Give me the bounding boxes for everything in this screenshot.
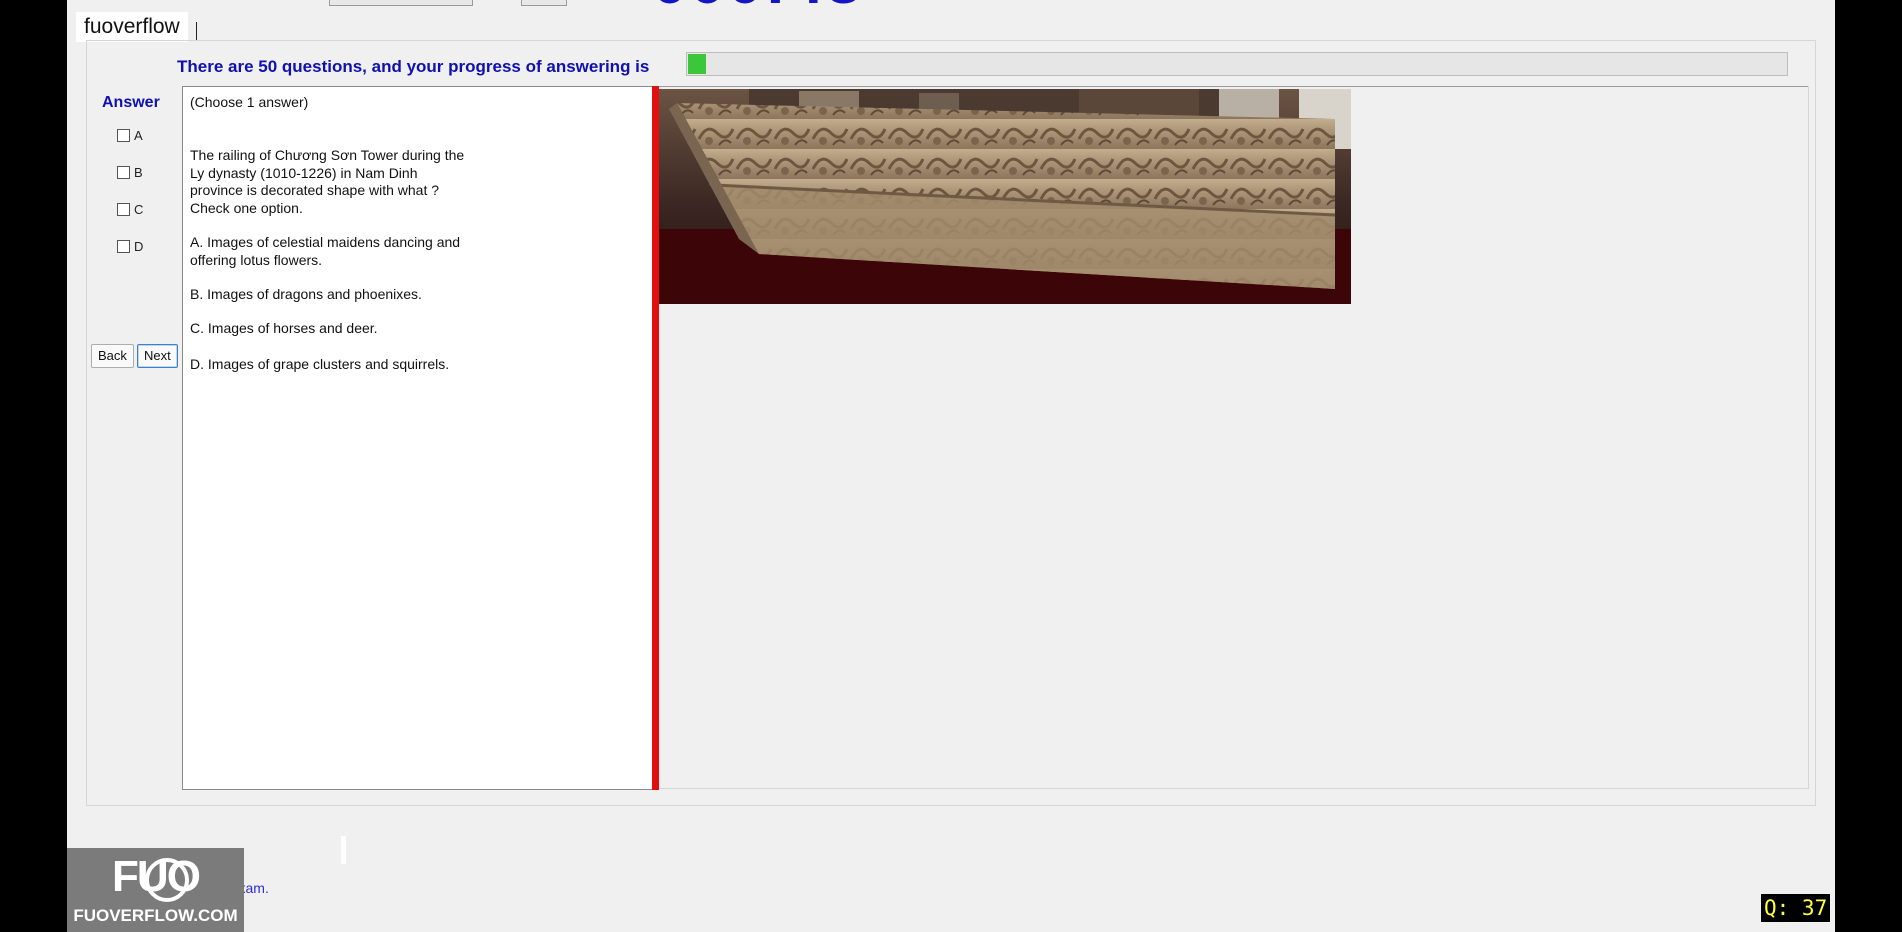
question-stem: The railing of Chương Sơn Tower during t… (190, 147, 465, 216)
answer-option-c[interactable]: C (117, 202, 143, 217)
answer-option-b[interactable]: B (117, 165, 143, 180)
progress-label: There are 50 questions, and your progres… (177, 57, 650, 76)
image-pane-right-border (1808, 86, 1809, 788)
image-pane-top-border (659, 86, 1809, 87)
top-field-remnant (329, 0, 473, 6)
question-counter: Q: 37 (1761, 894, 1831, 922)
question-instruction: (Choose 1 answer) (190, 94, 309, 110)
splitter-red[interactable] (652, 86, 659, 790)
top-field-remnant-2 (521, 0, 567, 6)
mouse-cursor-remnant (341, 836, 346, 864)
choice-b-text: B. Images of dragons and phoenixes. (190, 286, 422, 302)
choice-d-text: D. Images of grape clusters and squirrel… (190, 356, 450, 372)
next-button[interactable]: Next (137, 344, 178, 368)
answer-option-label: D (134, 239, 144, 254)
answer-title: Answer (102, 94, 160, 111)
question-image (659, 89, 1351, 304)
checkbox-a[interactable] (117, 129, 130, 142)
fuoverflow-logo: FUO FUOVERFLOW.COM (67, 848, 244, 932)
progress-fill (688, 54, 706, 74)
checkbox-c[interactable] (117, 203, 130, 216)
back-button[interactable]: Back (91, 344, 134, 368)
progress-bar (686, 52, 1788, 76)
exam-window: 000:48 fuoverflow There are 50 questions… (67, 0, 1835, 932)
choice-c-text: C. Images of horses and deer. (190, 320, 378, 336)
logo-url: FUOVERFLOW.COM (73, 906, 238, 925)
answer-option-label: C (134, 202, 144, 217)
image-pane-bottom-border (659, 788, 1809, 789)
checkbox-b[interactable] (117, 166, 130, 179)
text-caret (196, 22, 197, 40)
answer-option-d[interactable]: D (117, 239, 143, 254)
question-panel: (Choose 1 answer) The railing of Chương … (182, 86, 654, 790)
answer-option-label: B (134, 165, 143, 180)
watermark-label: fuoverflow (76, 12, 188, 42)
answer-option-label: A (134, 128, 143, 143)
answer-option-a[interactable]: A (117, 128, 143, 143)
choice-a-text: A. Images of celestial maidens dancing a… (190, 234, 461, 268)
checkbox-d[interactable] (117, 240, 130, 253)
logo-text: FUO (112, 852, 201, 901)
exam-timer: 000:48 (652, 0, 863, 18)
